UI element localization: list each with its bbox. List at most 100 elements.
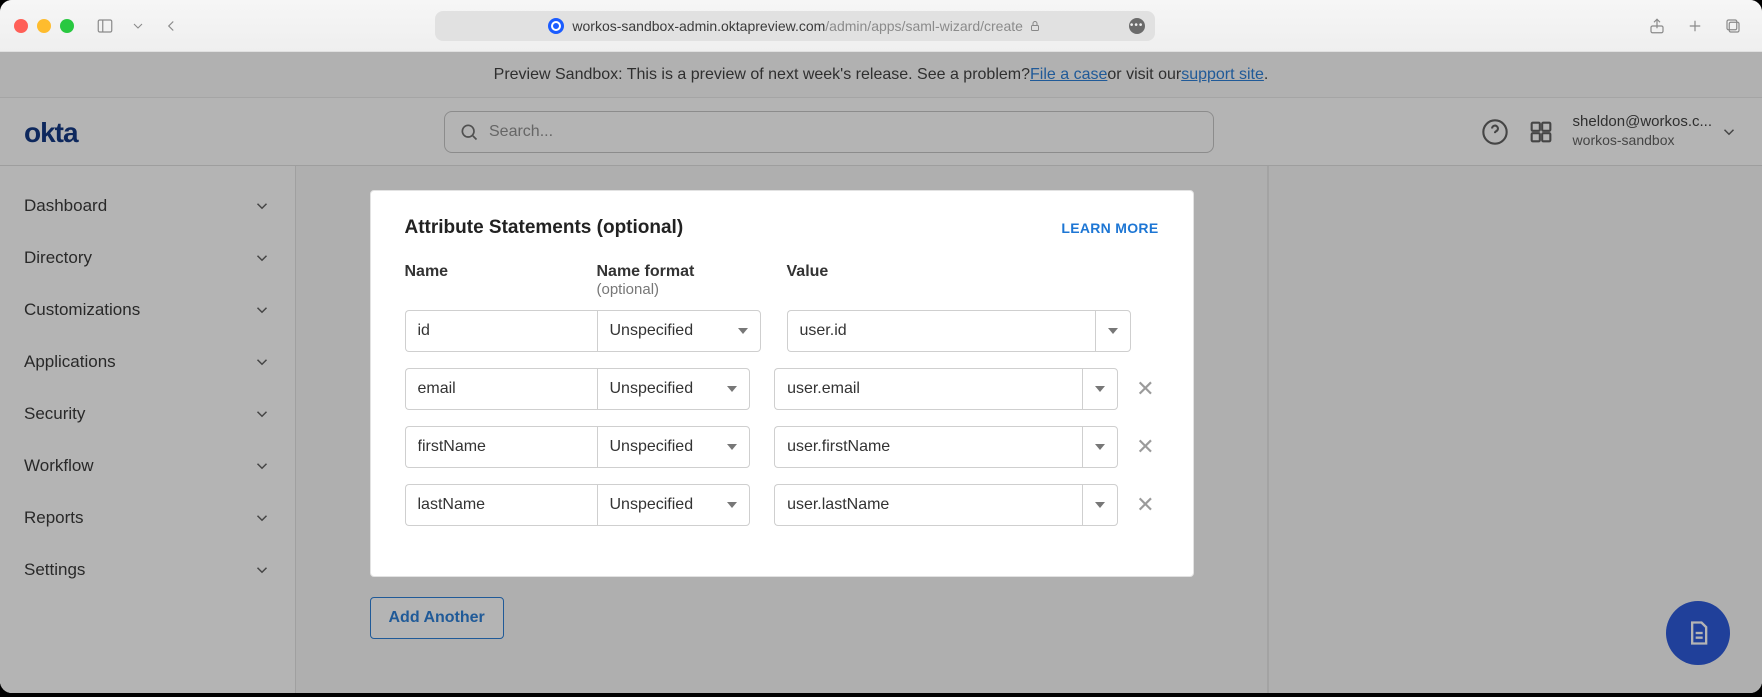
dropdown-caret-icon: [727, 502, 737, 508]
value-dropdown-button[interactable]: [1082, 426, 1118, 468]
card-title: Attribute Statements (optional): [405, 217, 684, 239]
sidebar-item-label: Settings: [24, 560, 85, 580]
attribute-value-input[interactable]: [774, 368, 1082, 410]
share-icon[interactable]: [1642, 13, 1672, 39]
dropdown-caret-icon: [1095, 444, 1105, 450]
chevron-down-icon: [253, 561, 271, 579]
sidebar-item-settings[interactable]: Settings: [0, 544, 295, 596]
close-window-icon[interactable]: [14, 19, 28, 33]
attribute-value-input[interactable]: [774, 484, 1082, 526]
tab-overview-icon[interactable]: [1718, 13, 1748, 39]
okta-top-nav: okta Search... sheldon@workos.c... worko…: [0, 98, 1762, 166]
browser-toolbar: workos-sandbox-admin.oktapreview.com/adm…: [0, 0, 1762, 52]
url-path: /admin/apps/saml-wizard/create: [825, 18, 1023, 34]
user-email: sheldon@workos.c...: [1573, 113, 1712, 132]
attribute-row: Unspecified: [405, 310, 1159, 352]
window-controls[interactable]: [14, 19, 74, 33]
apps-grid-icon[interactable]: [1527, 118, 1555, 146]
okta-logo[interactable]: okta: [24, 117, 116, 147]
sidebar-item-label: Dashboard: [24, 196, 107, 216]
column-header-format: Name format: [597, 263, 695, 280]
sidebar-item-label: Workflow: [24, 456, 94, 476]
help-fab-button[interactable]: [1666, 601, 1730, 665]
attribute-name-input[interactable]: [405, 310, 597, 352]
sidebar-toggle-icon[interactable]: [90, 13, 120, 39]
attribute-name-input[interactable]: [405, 426, 597, 468]
address-bar[interactable]: workos-sandbox-admin.oktapreview.com/adm…: [435, 11, 1155, 41]
minimize-window-icon[interactable]: [37, 19, 51, 33]
banner-text-prefix: Preview Sandbox: This is a preview of ne…: [494, 66, 1030, 84]
help-icon[interactable]: [1481, 118, 1509, 146]
chevron-down-icon: [253, 509, 271, 527]
global-search-input[interactable]: Search...: [444, 111, 1214, 153]
attribute-name-input[interactable]: [405, 368, 597, 410]
sidebar-item-workflow[interactable]: Workflow: [0, 440, 295, 492]
attribute-row: Unspecified ✕: [405, 484, 1159, 526]
name-format-select[interactable]: Unspecified: [597, 310, 761, 352]
dropdown-caret-icon: [1108, 328, 1118, 334]
name-format-select[interactable]: Unspecified: [597, 426, 751, 468]
chevron-down-icon: [253, 353, 271, 371]
user-menu[interactable]: sheldon@workos.c... workos-sandbox: [1573, 113, 1738, 149]
learn-more-link[interactable]: LEARN MORE: [1061, 220, 1158, 236]
sidebar-item-label: Directory: [24, 248, 92, 268]
remove-row-button[interactable]: ✕: [1132, 374, 1158, 404]
search-icon: [459, 122, 479, 142]
new-tab-icon[interactable]: [1680, 13, 1710, 39]
value-dropdown-button[interactable]: [1095, 310, 1131, 352]
attribute-name-input[interactable]: [405, 484, 597, 526]
attribute-row: Unspecified ✕: [405, 426, 1159, 468]
value-dropdown-button[interactable]: [1082, 368, 1118, 410]
fullscreen-window-icon[interactable]: [60, 19, 74, 33]
dropdown-caret-icon: [1095, 386, 1105, 392]
chevron-down-icon: [1720, 123, 1738, 141]
file-case-link[interactable]: File a case: [1030, 66, 1107, 84]
dropdown-caret-icon: [1095, 502, 1105, 508]
add-another-button[interactable]: Add Another: [370, 597, 504, 639]
sidebar-item-label: Customizations: [24, 300, 140, 320]
sidebar-item-label: Applications: [24, 352, 116, 372]
banner-text-suffix: .: [1264, 66, 1268, 84]
value-dropdown-button[interactable]: [1082, 484, 1118, 526]
chevron-down-icon: [253, 249, 271, 267]
sidebar-item-label: Security: [24, 404, 85, 424]
attribute-value-input[interactable]: [774, 426, 1082, 468]
dropdown-caret-icon: [727, 444, 737, 450]
search-placeholder: Search...: [489, 123, 553, 141]
sidebar-item-reports[interactable]: Reports: [0, 492, 295, 544]
site-settings-icon[interactable]: •••: [1129, 18, 1145, 34]
sidebar-item-dashboard[interactable]: Dashboard: [0, 180, 295, 232]
preview-sandbox-banner: Preview Sandbox: This is a preview of ne…: [0, 52, 1762, 98]
chevron-down-icon: [253, 405, 271, 423]
lock-icon: [1029, 20, 1041, 32]
chevron-down-icon: [253, 457, 271, 475]
remove-row-button[interactable]: ✕: [1132, 432, 1158, 462]
column-header-format-sub: (optional): [597, 281, 787, 298]
column-header-name: Name: [405, 263, 597, 298]
user-org: workos-sandbox: [1573, 132, 1712, 150]
back-button-icon[interactable]: [156, 13, 186, 39]
chevron-down-icon: [253, 197, 271, 215]
attribute-value-input[interactable]: [787, 310, 1095, 352]
sidebar-item-applications[interactable]: Applications: [0, 336, 295, 388]
left-sidebar: Dashboard Directory Customizations Applicat…: [0, 166, 296, 693]
url-host: workos-sandbox-admin.oktapreview.com: [572, 18, 825, 34]
attribute-statements-card: Attribute Statements (optional) LEARN MO…: [370, 190, 1194, 577]
name-format-select[interactable]: Unspecified: [597, 484, 751, 526]
remove-row-button[interactable]: ✕: [1132, 490, 1158, 520]
site-favicon-icon: [548, 18, 564, 34]
support-site-link[interactable]: support site: [1181, 66, 1264, 84]
banner-text-middle: or visit our: [1107, 66, 1181, 84]
tab-group-menu-icon[interactable]: [130, 18, 146, 34]
attribute-row: Unspecified ✕: [405, 368, 1159, 410]
chevron-down-icon: [253, 301, 271, 319]
dropdown-caret-icon: [738, 328, 748, 334]
sidebar-item-security[interactable]: Security: [0, 388, 295, 440]
sidebar-item-directory[interactable]: Directory: [0, 232, 295, 284]
sidebar-item-label: Reports: [24, 508, 84, 528]
document-icon: [1684, 619, 1712, 647]
dropdown-caret-icon: [727, 386, 737, 392]
sidebar-item-customizations[interactable]: Customizations: [0, 284, 295, 336]
name-format-select[interactable]: Unspecified: [597, 368, 751, 410]
column-header-value: Value: [787, 263, 829, 298]
